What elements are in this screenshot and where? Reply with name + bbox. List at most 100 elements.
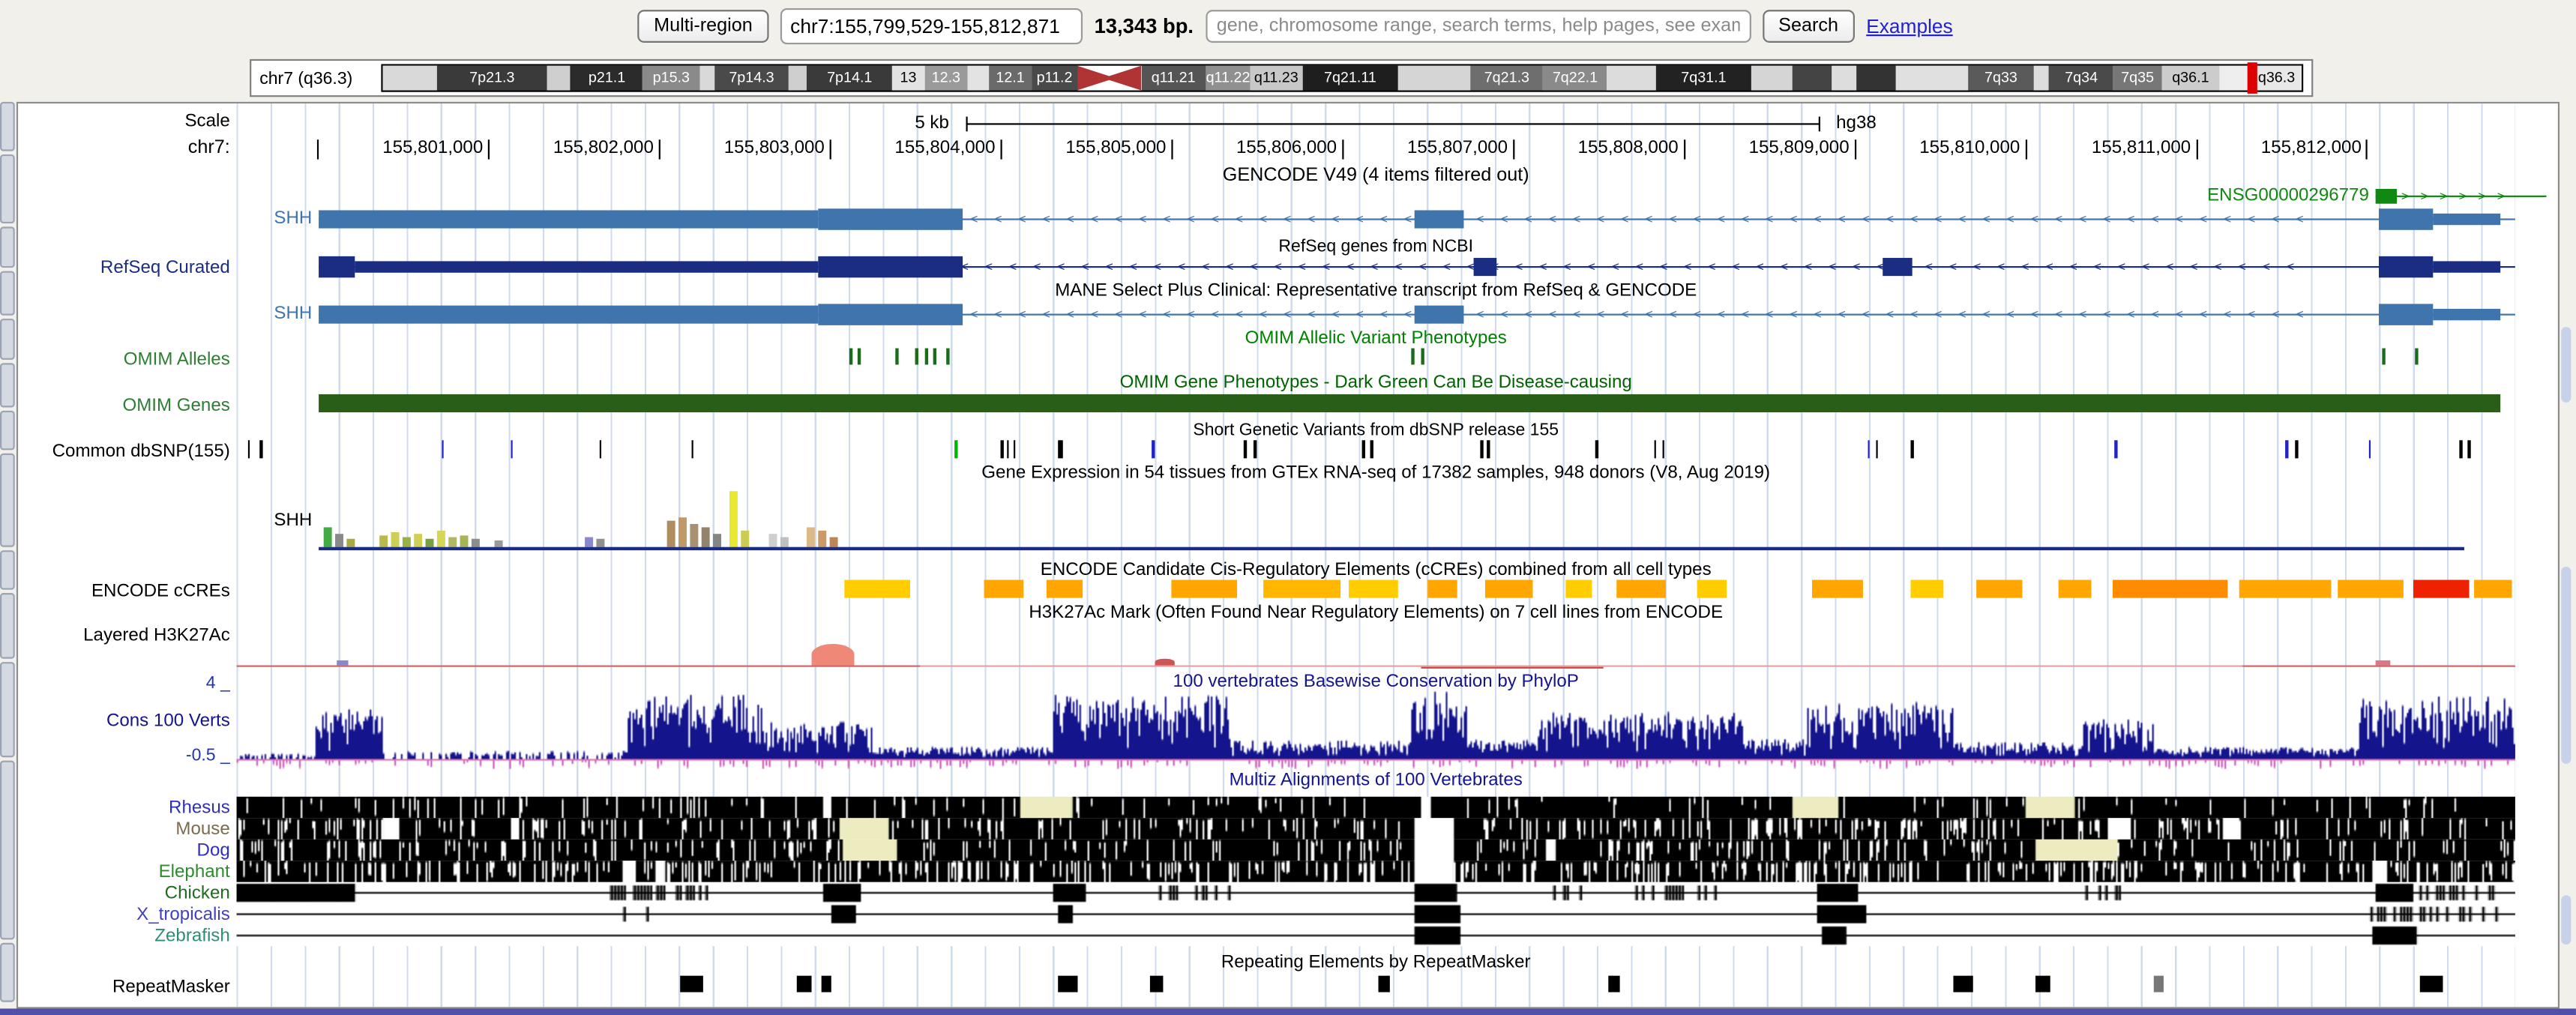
- viz-block[interactable]: [324, 527, 332, 546]
- viz-block[interactable]: [844, 580, 910, 598]
- shh-item-label[interactable]: SHH: [237, 208, 313, 229]
- track-handle[interactable]: [0, 319, 15, 360]
- cytoband-7q22.1[interactable]: 7q22.1: [1543, 66, 1607, 91]
- multiz-row-dog[interactable]: [237, 840, 2515, 861]
- track-label-dbsnp[interactable]: Common dbSNP(155): [52, 442, 230, 461]
- gtex-title[interactable]: Gene Expression in 54 tissues from GTEx …: [237, 463, 2515, 483]
- track-handle[interactable]: [0, 662, 15, 757]
- species-label-rhesus[interactable]: Rhesus: [169, 798, 230, 818]
- multiz-row-mouse[interactable]: [237, 818, 2515, 839]
- viz-block[interactable]: [741, 531, 749, 547]
- track-label-omim-genes[interactable]: OMIM Genes: [122, 396, 229, 415]
- viz-block[interactable]: [2379, 256, 2433, 277]
- gencode-shh-gene[interactable]: SHH <<<<<<<<<<<<<<<<<<<<<<<<<<<<<<<<<<<<…: [237, 208, 2515, 229]
- cytoband[interactable]: [1077, 66, 1142, 91]
- ideogram-bands[interactable]: 7p21.3p21.1p15.37p14.37p14.11312.312.1p1…: [381, 64, 2303, 91]
- mane-title[interactable]: MANE Select Plus Clinical: Representativ…: [237, 281, 2515, 301]
- gtex-row[interactable]: SHH: [237, 488, 2515, 557]
- cytoband-7q31.1[interactable]: 7q31.1: [1655, 66, 1752, 91]
- viz-block[interactable]: [1911, 580, 1944, 598]
- viz-block[interactable]: [1058, 440, 1063, 458]
- track-label-h3k27ac[interactable]: Layered H3K27Ac: [83, 626, 230, 645]
- viz-block[interactable]: [337, 660, 348, 666]
- search-button[interactable]: Search: [1762, 10, 1855, 43]
- viz-block[interactable]: [2295, 440, 2297, 458]
- omim-alleles-row[interactable]: [237, 349, 2515, 367]
- base-position-ruler[interactable]: 155,801,000155,802,000155,803,000155,804…: [237, 136, 2515, 163]
- viz-block[interactable]: [1415, 210, 1464, 228]
- viz-block[interactable]: [1155, 659, 1175, 666]
- viz-block[interactable]: [830, 537, 838, 547]
- cytoband-p21.1[interactable]: p21.1: [571, 66, 643, 91]
- species-label-chicken[interactable]: Chicken: [165, 884, 230, 903]
- viz-block[interactable]: [2338, 580, 2404, 598]
- viz-block[interactable]: [1595, 440, 1598, 458]
- viz-block[interactable]: [600, 440, 602, 458]
- ensg-item-label[interactable]: ENSG00000296779: [237, 187, 2369, 205]
- viz-block[interactable]: [818, 304, 963, 325]
- viz-block[interactable]: [933, 349, 936, 365]
- ccre-row[interactable]: [237, 580, 2515, 598]
- viz-block[interactable]: [2059, 580, 2092, 598]
- viz-block[interactable]: [2376, 189, 2396, 204]
- viz-block[interactable]: [2285, 440, 2287, 458]
- viz-block[interactable]: [237, 665, 921, 667]
- species-label-dog[interactable]: Dog: [197, 841, 230, 861]
- multiz-canvas[interactable]: [237, 818, 2515, 839]
- track-label-repeatmasker[interactable]: RepeatMasker: [112, 978, 230, 997]
- examples-link[interactable]: Examples: [1866, 15, 1952, 38]
- cytoband[interactable]: [2219, 66, 2251, 91]
- viz-block[interactable]: [495, 540, 503, 547]
- viz-block[interactable]: [1697, 580, 1727, 598]
- track-handle[interactable]: [0, 593, 15, 659]
- viz-block[interactable]: [414, 534, 422, 547]
- viz-block[interactable]: [403, 537, 411, 547]
- right-handle[interactable]: [2561, 567, 2571, 764]
- viz-block[interactable]: [2154, 976, 2164, 993]
- multiz-row-elephant[interactable]: [237, 861, 2515, 882]
- cytoband-7q21.3[interactable]: 7q21.3: [1471, 66, 1543, 91]
- track-handle[interactable]: [0, 226, 15, 268]
- multiz-canvas[interactable]: [237, 840, 2515, 861]
- viz-block[interactable]: [2433, 309, 2500, 320]
- viz-block[interactable]: [2382, 349, 2385, 365]
- viz-block[interactable]: [1876, 440, 1878, 458]
- viz-block[interactable]: [319, 547, 2465, 549]
- viz-block[interactable]: [448, 537, 457, 547]
- shh-item-label[interactable]: SHH: [237, 304, 313, 325]
- viz-block[interactable]: [729, 491, 738, 547]
- omim-genes-row[interactable]: [237, 394, 2515, 414]
- h3k27ac-row[interactable]: [237, 623, 2515, 672]
- cytoband-12.1[interactable]: 12.1: [989, 66, 1032, 91]
- viz-block[interactable]: [346, 539, 355, 547]
- dbsnp-row[interactable]: [237, 440, 2515, 458]
- cytoband[interactable]: [1398, 66, 1470, 91]
- cytoband-q11.23[interactable]: q11.23: [1251, 66, 1302, 91]
- viz-block[interactable]: [1868, 440, 1870, 458]
- viz-block[interactable]: [460, 535, 469, 546]
- viz-block[interactable]: [822, 976, 831, 993]
- viz-block[interactable]: [690, 524, 698, 547]
- viz-block[interactable]: [680, 976, 703, 993]
- viz-block[interactable]: [691, 440, 693, 458]
- cytoband[interactable]: [1897, 66, 1969, 91]
- cytoband[interactable]: [1607, 66, 1655, 91]
- viz-block[interactable]: [769, 534, 777, 547]
- refseq-title[interactable]: RefSeq genes from NCBI: [237, 237, 2515, 256]
- multiz-canvas[interactable]: [237, 797, 2515, 818]
- viz-block[interactable]: [1379, 976, 1390, 993]
- viz-block[interactable]: [1014, 440, 1016, 458]
- cons-title[interactable]: 100 vertebrates Basewise Conservation by…: [237, 672, 2515, 691]
- viz-block[interactable]: [2239, 580, 2332, 598]
- cytoband-7q35[interactable]: 7q35: [2113, 66, 2161, 91]
- viz-block[interactable]: [1427, 580, 1457, 598]
- viz-block[interactable]: [2459, 440, 2461, 458]
- track-handle[interactable]: [0, 271, 15, 316]
- multiz-row-chicken[interactable]: [237, 882, 2515, 903]
- track-label-ccre[interactable]: ENCODE cCREs: [91, 582, 230, 601]
- viz-block[interactable]: [437, 531, 445, 547]
- viz-block[interactable]: [925, 349, 928, 365]
- cytoband[interactable]: [1832, 66, 1856, 91]
- viz-block[interactable]: [1663, 440, 1665, 458]
- viz-block[interactable]: [511, 440, 513, 458]
